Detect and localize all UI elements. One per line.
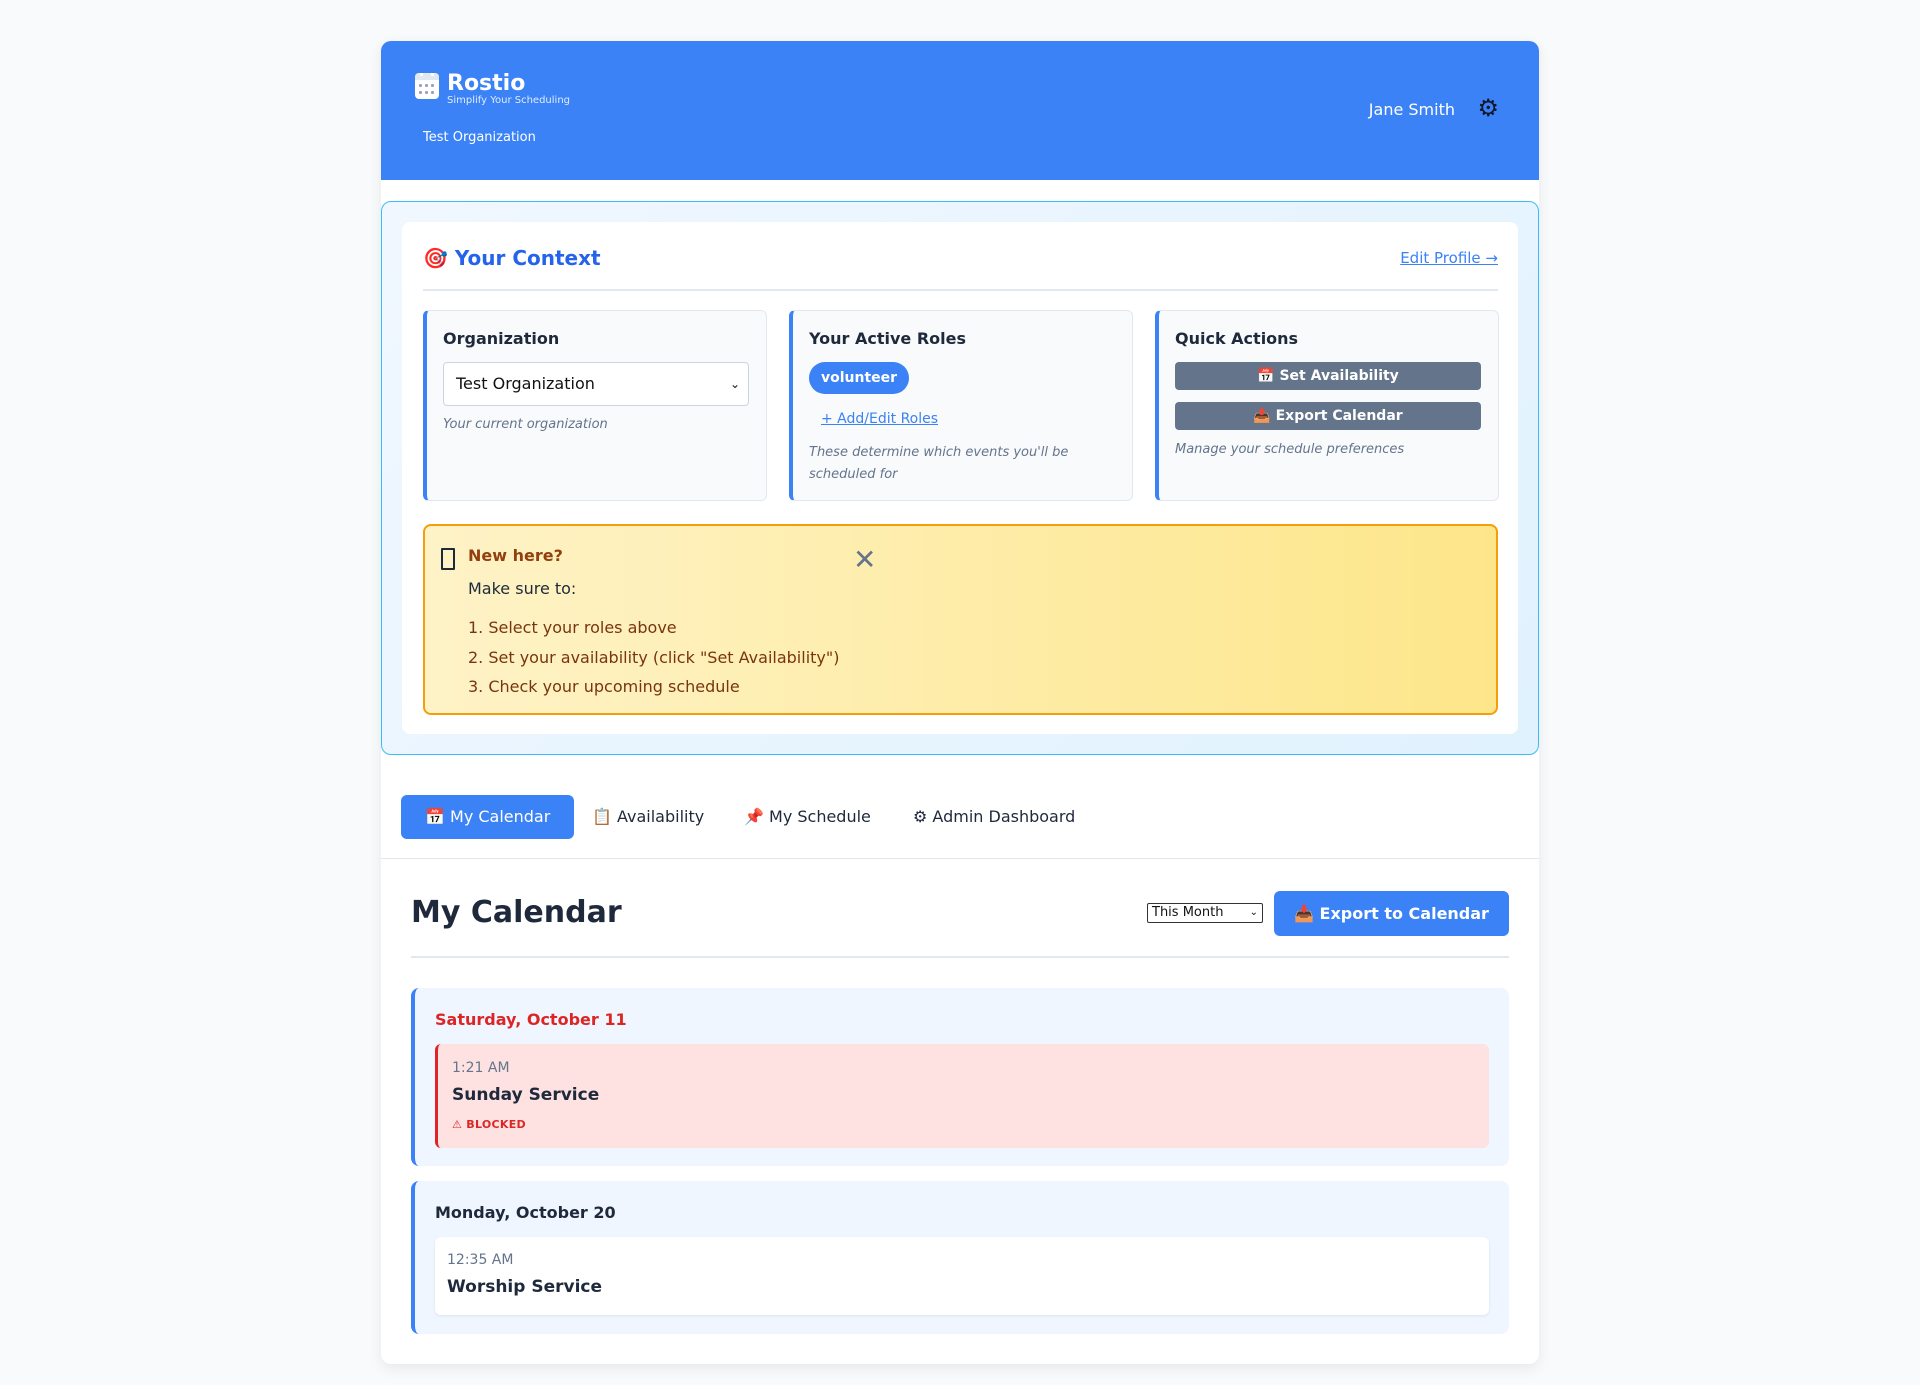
divider	[423, 289, 1498, 291]
export-to-calendar-button[interactable]: 📥 Export to Calendar	[1274, 891, 1509, 936]
close-icon[interactable]: ✕	[853, 546, 876, 574]
quick-actions-hint: Manage your schedule preferences	[1175, 442, 1405, 457]
chevron-down-icon: ⌄	[1249, 907, 1258, 918]
tab-availability[interactable]: 📋 Availability	[592, 795, 704, 839]
user-name[interactable]: Jane Smith	[1369, 100, 1455, 119]
organization-hint: Your current organization	[443, 417, 608, 432]
chevron-down-icon: ⌄	[729, 377, 740, 391]
event-card[interactable]: 12:35 AM Worship Service	[435, 1237, 1489, 1315]
quick-actions-title: Quick Actions	[1175, 329, 1299, 348]
range-select-value: This Month	[1152, 905, 1224, 920]
quick-actions-card: Quick Actions 📅 Set Availability 📤 Expor…	[1155, 310, 1499, 501]
organization-select-value: Test Organization	[456, 374, 595, 393]
new-here-title: New here?	[468, 546, 563, 565]
event-name: Worship Service	[447, 1277, 603, 1297]
roles-card: Your Active Roles volunteer + Add/Edit R…	[789, 310, 1133, 501]
calendar-divider	[411, 956, 1509, 958]
calendar-icon	[415, 73, 439, 99]
event-card-blocked[interactable]: 1:21 AM Sunday Service ⚠ BLOCKED	[435, 1044, 1489, 1148]
gear-icon[interactable]: ⚙	[1477, 96, 1499, 120]
set-availability-button[interactable]: 📅 Set Availability	[1175, 362, 1481, 390]
day-date: Monday, October 20	[435, 1203, 616, 1222]
new-here-step: 3. Check your upcoming schedule	[468, 677, 740, 696]
header-organization: Test Organization	[423, 130, 536, 145]
context-panel-inner: 🎯 Your Context Edit Profile → Organizati…	[402, 222, 1518, 734]
tab-my-schedule[interactable]: 📌 My Schedule	[744, 795, 871, 839]
tab-admin-dashboard[interactable]: ⚙ Admin Dashboard	[913, 795, 1075, 839]
event-name: Sunday Service	[452, 1085, 600, 1105]
tabs-divider	[381, 858, 1539, 859]
calendar-day: Saturday, October 11 1:21 AM Sunday Serv…	[411, 988, 1509, 1166]
lightbulb-icon	[441, 548, 455, 570]
range-select[interactable]: This Month ⌄	[1147, 903, 1263, 923]
edit-profile-link[interactable]: Edit Profile →	[1400, 249, 1498, 267]
day-date: Saturday, October 11	[435, 1010, 627, 1029]
add-edit-roles-link[interactable]: + Add/Edit Roles	[821, 411, 938, 427]
tab-my-calendar[interactable]: 📅 My Calendar	[401, 795, 575, 839]
event-time: 1:21 AM	[452, 1060, 510, 1076]
new-here-step: 2. Set your availability (click "Set Ava…	[468, 647, 840, 667]
event-time: 12:35 AM	[447, 1252, 514, 1268]
context-panel: 🎯 Your Context Edit Profile → Organizati…	[381, 201, 1539, 755]
brand-tagline: Simplify Your Scheduling	[447, 95, 571, 106]
blocked-badge: ⚠ BLOCKED	[452, 1118, 526, 1131]
export-calendar-button[interactable]: 📤 Export Calendar	[1175, 402, 1481, 430]
new-here-steps: 1. Select your roles above 2. Set your a…	[468, 613, 839, 702]
roles-card-title: Your Active Roles	[809, 329, 966, 348]
context-title: 🎯 Your Context	[423, 246, 601, 270]
organization-card-title: Organization	[443, 329, 560, 348]
app-header: Rostio Simplify Your Scheduling Test Org…	[381, 41, 1539, 180]
page-title: My Calendar	[411, 895, 622, 930]
new-here-subtitle: Make sure to:	[468, 579, 577, 598]
app-window: Rostio Simplify Your Scheduling Test Org…	[381, 41, 1539, 1364]
calendar-day: Monday, October 20 12:35 AM Worship Serv…	[411, 1181, 1509, 1334]
roles-hint: These determine which events you'll be s…	[809, 445, 1069, 482]
organization-card: Organization Test Organization ⌄ Your cu…	[423, 310, 767, 501]
new-here-step: 1. Select your roles above	[468, 618, 677, 637]
new-here-banner: New here? Make sure to: 1. Select your r…	[423, 524, 1498, 715]
organization-select[interactable]: Test Organization ⌄	[443, 362, 749, 406]
role-pill-volunteer[interactable]: volunteer	[809, 362, 910, 394]
brand-name[interactable]: Rostio	[447, 71, 525, 96]
